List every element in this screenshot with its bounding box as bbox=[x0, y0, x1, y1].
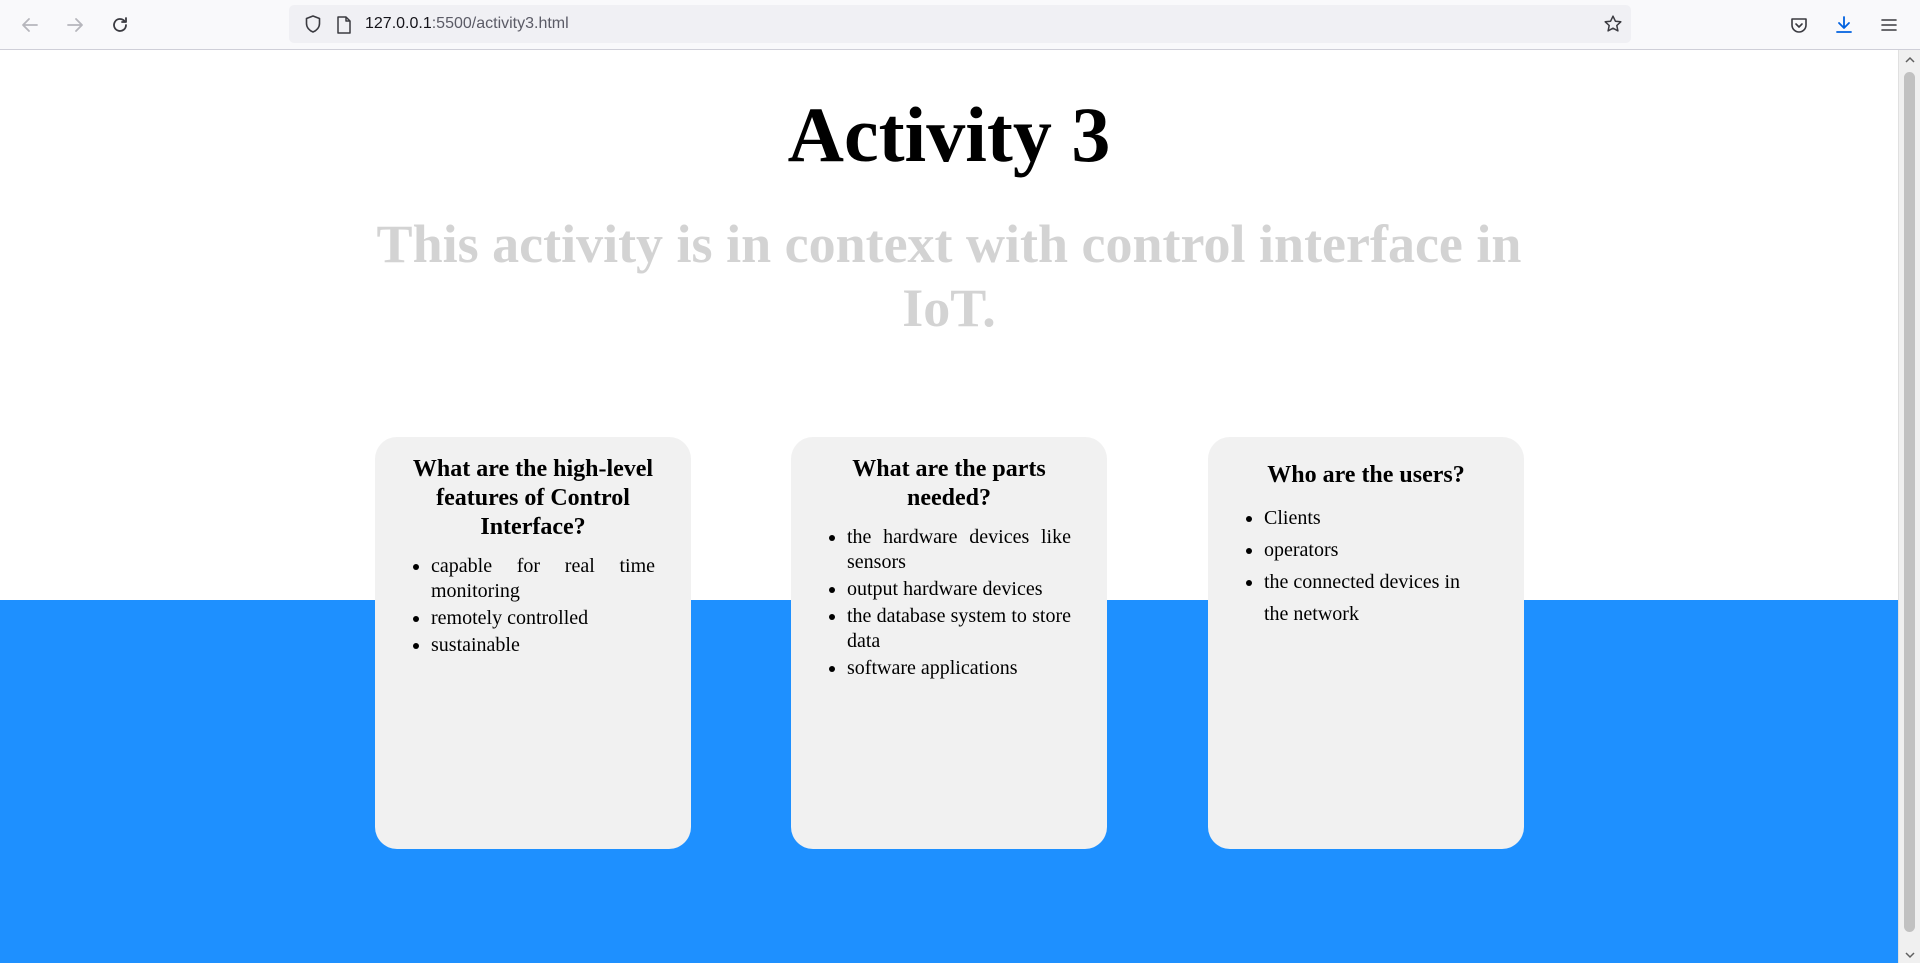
browser-toolbar: 127.0.0.1:5500/activity3.html bbox=[0, 0, 1920, 50]
star-icon[interactable] bbox=[1603, 14, 1623, 39]
card-parts: What are the parts needed? the hardware … bbox=[791, 437, 1107, 849]
card-list: Clients operators the connected devices … bbox=[1244, 502, 1488, 630]
page-subtitle: This activity is in context with control… bbox=[376, 214, 1522, 338]
list-item: Clients bbox=[1264, 502, 1488, 534]
arrow-right-icon bbox=[65, 15, 85, 35]
page-viewport: Activity 3 This activity is in context w… bbox=[0, 50, 1898, 963]
hamburger-menu-icon bbox=[1879, 15, 1899, 35]
shield-icon[interactable] bbox=[303, 14, 323, 39]
downloads-button[interactable] bbox=[1829, 10, 1859, 40]
list-item: sustainable bbox=[431, 633, 655, 658]
pocket-icon bbox=[1789, 15, 1809, 35]
page-title: Activity 3 bbox=[787, 91, 1111, 178]
pocket-button[interactable] bbox=[1784, 10, 1814, 40]
url-text[interactable]: 127.0.0.1:5500/activity3.html bbox=[365, 5, 569, 43]
address-bar[interactable]: 127.0.0.1:5500/activity3.html bbox=[289, 5, 1631, 43]
scroll-down-arrow-icon[interactable] bbox=[1904, 949, 1915, 961]
download-icon bbox=[1834, 15, 1854, 35]
list-item: the hardware devices like sensors bbox=[847, 525, 1071, 575]
arrow-left-icon bbox=[20, 15, 40, 35]
list-item: software applications bbox=[847, 656, 1071, 681]
back-button[interactable] bbox=[15, 10, 45, 40]
scroll-up-arrow-icon[interactable] bbox=[1904, 54, 1915, 66]
list-item: operators bbox=[1264, 534, 1488, 566]
card-users: Who are the users? Clients operators the… bbox=[1208, 437, 1524, 849]
reload-button[interactable] bbox=[105, 10, 135, 40]
menu-button[interactable] bbox=[1874, 10, 1904, 40]
list-item: the connected devices in the network bbox=[1264, 566, 1488, 630]
list-item: output hardware devices bbox=[847, 577, 1071, 602]
forward-button[interactable] bbox=[60, 10, 90, 40]
reload-icon bbox=[110, 15, 130, 35]
card-features: What are the high-level features of Cont… bbox=[375, 437, 691, 849]
card-list: capable for real time monitoring remotel… bbox=[411, 554, 655, 658]
card-heading: Who are the users? bbox=[1267, 462, 1465, 488]
vertical-scrollbar[interactable] bbox=[1898, 50, 1920, 963]
scrollbar-thumb[interactable] bbox=[1904, 72, 1915, 932]
page-icon bbox=[335, 15, 353, 40]
card-heading: What are the parts needed? bbox=[852, 456, 1046, 511]
card-heading: What are the high-level features of Cont… bbox=[412, 456, 654, 540]
list-item: the database system to store data bbox=[847, 604, 1071, 654]
list-item: capable for real time monitoring bbox=[431, 554, 655, 604]
url-host: 127.0.0.1 bbox=[365, 15, 432, 32]
card-list: the hardware devices like sensors output… bbox=[827, 525, 1071, 681]
url-path: :5500/activity3.html bbox=[431, 15, 569, 32]
list-item: remotely controlled bbox=[431, 606, 655, 631]
